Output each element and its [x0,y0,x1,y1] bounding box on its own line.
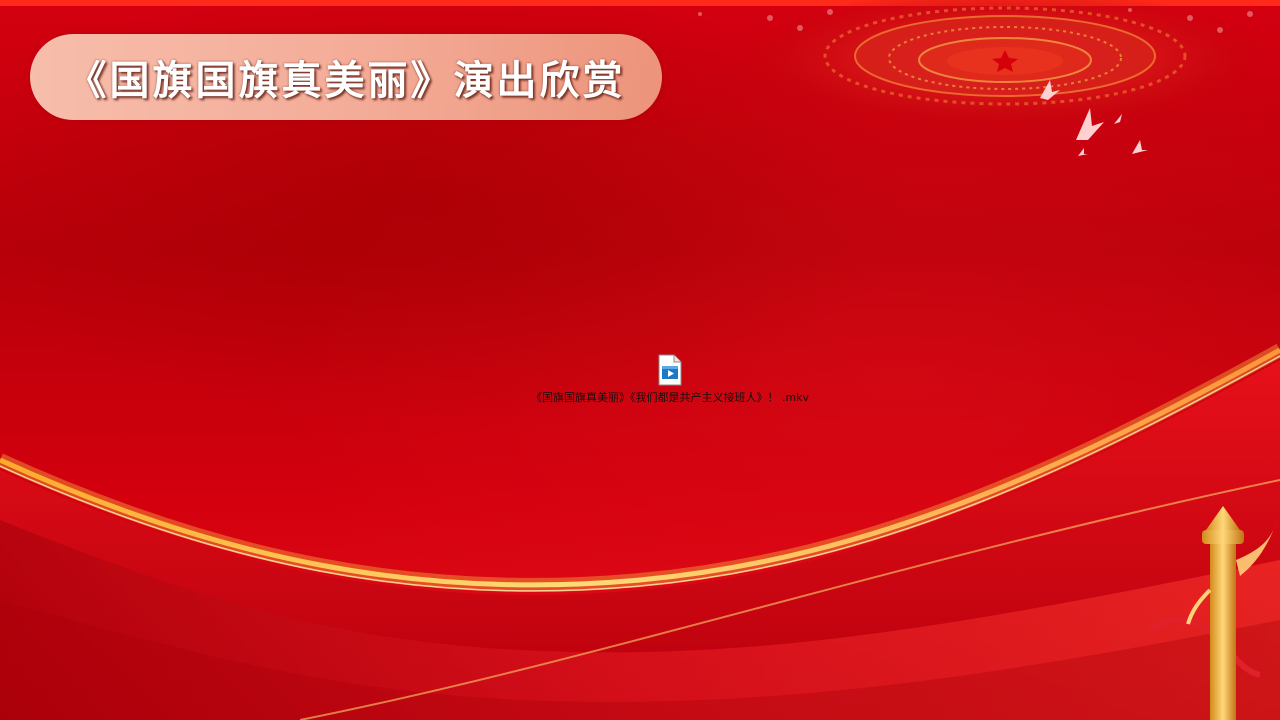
slide-canvas: 《国旗国旗真美丽》演出欣赏 《国旗国旗真美丽》《我们都是共产主义接班人》！ .m… [0,0,1280,720]
video-file-icon[interactable] [658,354,682,386]
embedded-video-object[interactable]: 《国旗国旗真美丽》《我们都是共产主义接班人》！ .mkv [490,354,850,410]
slide-title-banner: 《国旗国旗真美丽》演出欣赏 [30,34,662,120]
slide-title: 《国旗国旗真美丽》演出欣赏 [66,57,626,104]
video-filename[interactable]: 《国旗国旗真美丽》《我们都是共产主义接班人》！ .mkv [531,389,809,405]
huabiao-pillar-decoration [1148,506,1276,720]
